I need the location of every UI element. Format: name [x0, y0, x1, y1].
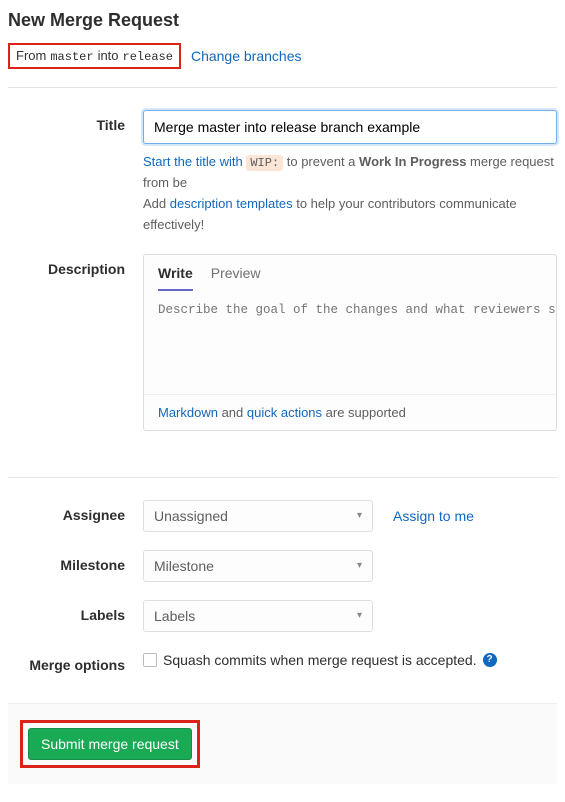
description-editor: Write Preview Markdown and quick actions… — [143, 254, 557, 431]
labels-select[interactable]: Labels ▾ — [143, 600, 373, 632]
branch-info-box: From master into release — [8, 43, 181, 69]
markdown-link[interactable]: Markdown — [158, 405, 218, 420]
change-branches-link[interactable]: Change branches — [191, 48, 302, 64]
assignee-label: Assignee — [8, 500, 143, 523]
tab-write[interactable]: Write — [158, 265, 193, 291]
description-footer: Markdown and quick actions are supported — [144, 394, 556, 430]
submit-area: Submit merge request — [8, 703, 557, 784]
title-help-text: Start the title with WIP: to prevent a W… — [143, 152, 557, 236]
title-row: Title Start the title with WIP: to preve… — [8, 110, 557, 236]
chevron-down-icon: ▾ — [357, 610, 362, 621]
divider — [8, 87, 557, 88]
divider — [8, 477, 557, 478]
description-label: Description — [8, 254, 143, 277]
labels-row: Labels Labels ▾ — [8, 600, 557, 632]
labels-label: Labels — [8, 600, 143, 623]
assignee-select[interactable]: Unassigned ▾ — [143, 500, 373, 532]
tab-preview[interactable]: Preview — [211, 265, 261, 291]
submit-merge-request-button[interactable]: Submit merge request — [28, 728, 192, 760]
page-title: New Merge Request — [8, 10, 557, 31]
description-textarea[interactable] — [144, 291, 556, 391]
title-input[interactable] — [143, 110, 557, 144]
help-icon[interactable]: ? — [483, 653, 497, 667]
into-word: into — [98, 48, 119, 63]
squash-label: Squash commits when merge request is acc… — [163, 652, 477, 668]
description-row: Description Write Preview Markdown and q… — [8, 254, 557, 431]
assign-to-me-link[interactable]: Assign to me — [393, 508, 474, 524]
assignee-value: Unassigned — [154, 508, 228, 524]
submit-highlight-box: Submit merge request — [20, 720, 200, 768]
wip-help-link[interactable]: Start the title with — [143, 154, 246, 169]
labels-value: Labels — [154, 608, 195, 624]
from-word: From — [16, 48, 46, 63]
desc-templates-link[interactable]: description templates — [170, 196, 293, 211]
chevron-down-icon: ▾ — [357, 560, 362, 571]
milestone-select[interactable]: Milestone ▾ — [143, 550, 373, 582]
branch-row: From master into release Change branches — [8, 43, 557, 69]
merge-options-label: Merge options — [8, 650, 143, 673]
milestone-row: Milestone Milestone ▾ — [8, 550, 557, 582]
milestone-value: Milestone — [154, 558, 214, 574]
chevron-down-icon: ▾ — [357, 510, 362, 521]
title-label: Title — [8, 110, 143, 133]
merge-options-row: Merge options Squash commits when merge … — [8, 650, 557, 673]
source-branch: master — [50, 50, 93, 64]
wip-code: WIP: — [246, 155, 283, 171]
target-branch: release — [123, 50, 173, 64]
quick-actions-link[interactable]: quick actions — [247, 405, 322, 420]
assignee-row: Assignee Unassigned ▾ Assign to me — [8, 500, 557, 532]
milestone-label: Milestone — [8, 550, 143, 573]
squash-checkbox[interactable] — [143, 653, 157, 667]
